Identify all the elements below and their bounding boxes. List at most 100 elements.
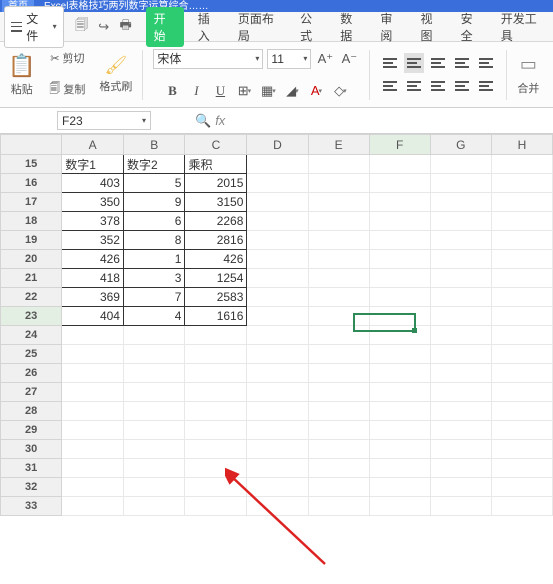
align-top[interactable] (380, 53, 400, 73)
fx-icon[interactable]: fx (215, 113, 225, 129)
cell[interactable] (185, 478, 247, 497)
name-box[interactable]: F23 ▾ (57, 111, 151, 130)
cell[interactable] (369, 402, 430, 421)
tab-insert[interactable]: 插入 (194, 7, 224, 47)
cell[interactable] (247, 193, 308, 212)
row-header[interactable]: 22 (1, 288, 62, 307)
spreadsheet[interactable]: A B C D E F G H 15数字1数字2乘积16403520151735… (0, 134, 553, 516)
cell[interactable]: 7 (123, 288, 184, 307)
cell[interactable] (185, 402, 247, 421)
cell[interactable] (185, 326, 247, 345)
tab-start[interactable]: 开始 (146, 7, 184, 47)
select-all-corner[interactable] (1, 135, 62, 155)
cell[interactable] (62, 459, 124, 478)
cell[interactable]: 1 (123, 250, 184, 269)
cell[interactable] (308, 307, 369, 326)
align-left[interactable] (380, 76, 400, 96)
cell[interactable] (369, 212, 430, 231)
col-H[interactable]: H (491, 135, 552, 155)
decrease-indent[interactable] (452, 53, 472, 73)
cell[interactable]: 1616 (185, 307, 247, 326)
row-header[interactable]: 23 (1, 307, 62, 326)
cell[interactable]: 404 (62, 307, 124, 326)
cell[interactable] (369, 155, 430, 174)
cell[interactable] (369, 326, 430, 345)
cell[interactable] (369, 497, 430, 516)
cell[interactable] (369, 288, 430, 307)
cell[interactable] (185, 459, 247, 478)
cell[interactable] (369, 307, 430, 326)
cell[interactable] (62, 421, 124, 440)
cell[interactable] (123, 383, 184, 402)
cell[interactable] (308, 269, 369, 288)
copy-button[interactable]: 🗐复制 (49, 80, 85, 99)
clipboard-icon[interactable]: 📋 (8, 53, 35, 79)
cell[interactable] (123, 459, 184, 478)
cell[interactable] (62, 440, 124, 459)
col-A[interactable]: A (62, 135, 124, 155)
cell[interactable] (247, 174, 308, 193)
tab-dev[interactable]: 开发工具 (497, 7, 549, 47)
row-header[interactable]: 20 (1, 250, 62, 269)
cell[interactable] (491, 383, 552, 402)
cell[interactable] (491, 421, 552, 440)
row-header[interactable]: 15 (1, 155, 62, 174)
row-header[interactable]: 32 (1, 478, 62, 497)
cell[interactable] (369, 421, 430, 440)
cell[interactable] (430, 459, 491, 478)
cell[interactable] (308, 212, 369, 231)
row-header[interactable]: 17 (1, 193, 62, 212)
cell[interactable] (247, 402, 308, 421)
cell[interactable] (430, 231, 491, 250)
cell[interactable] (491, 459, 552, 478)
align-middle[interactable] (404, 53, 424, 73)
cell[interactable] (247, 383, 308, 402)
cell[interactable] (430, 478, 491, 497)
cell[interactable]: 数字1 (62, 155, 124, 174)
cell[interactable] (308, 288, 369, 307)
cell[interactable] (369, 364, 430, 383)
cell[interactable] (369, 231, 430, 250)
row-header[interactable]: 31 (1, 459, 62, 478)
cell[interactable] (491, 288, 552, 307)
cell[interactable] (369, 174, 430, 193)
print-icon[interactable]: 🖶 (118, 19, 134, 35)
cell[interactable] (308, 383, 369, 402)
cell[interactable] (491, 250, 552, 269)
cell[interactable] (430, 326, 491, 345)
cell[interactable] (308, 478, 369, 497)
zoom-icon[interactable]: 🔍 (195, 113, 211, 129)
increase-font-icon[interactable]: A⁺ (315, 49, 335, 69)
tab-formula[interactable]: 公式 (296, 7, 326, 47)
cell[interactable] (247, 250, 308, 269)
cell[interactable] (430, 497, 491, 516)
row-header[interactable]: 29 (1, 421, 62, 440)
cell[interactable] (308, 402, 369, 421)
cell[interactable] (185, 383, 247, 402)
cell[interactable] (430, 402, 491, 421)
cell[interactable] (247, 212, 308, 231)
cell[interactable] (491, 193, 552, 212)
cell[interactable] (491, 440, 552, 459)
cell[interactable] (308, 421, 369, 440)
output-icon[interactable]: ↪ (96, 19, 112, 35)
tab-data[interactable]: 数据 (336, 7, 366, 47)
cell[interactable] (308, 364, 369, 383)
cell[interactable] (247, 269, 308, 288)
cell[interactable] (308, 440, 369, 459)
decrease-font-icon[interactable]: A⁻ (339, 49, 359, 69)
cell[interactable] (62, 402, 124, 421)
cell[interactable] (430, 440, 491, 459)
cell[interactable] (491, 497, 552, 516)
cell[interactable]: 乘积 (185, 155, 247, 174)
cell[interactable] (430, 269, 491, 288)
cell[interactable] (369, 478, 430, 497)
cell[interactable] (491, 364, 552, 383)
row-header[interactable]: 30 (1, 440, 62, 459)
cell[interactable] (247, 307, 308, 326)
cell[interactable]: 403 (62, 174, 124, 193)
row-header[interactable]: 25 (1, 345, 62, 364)
tab-review[interactable]: 审阅 (376, 7, 406, 47)
cell[interactable] (185, 421, 247, 440)
cell[interactable] (430, 345, 491, 364)
